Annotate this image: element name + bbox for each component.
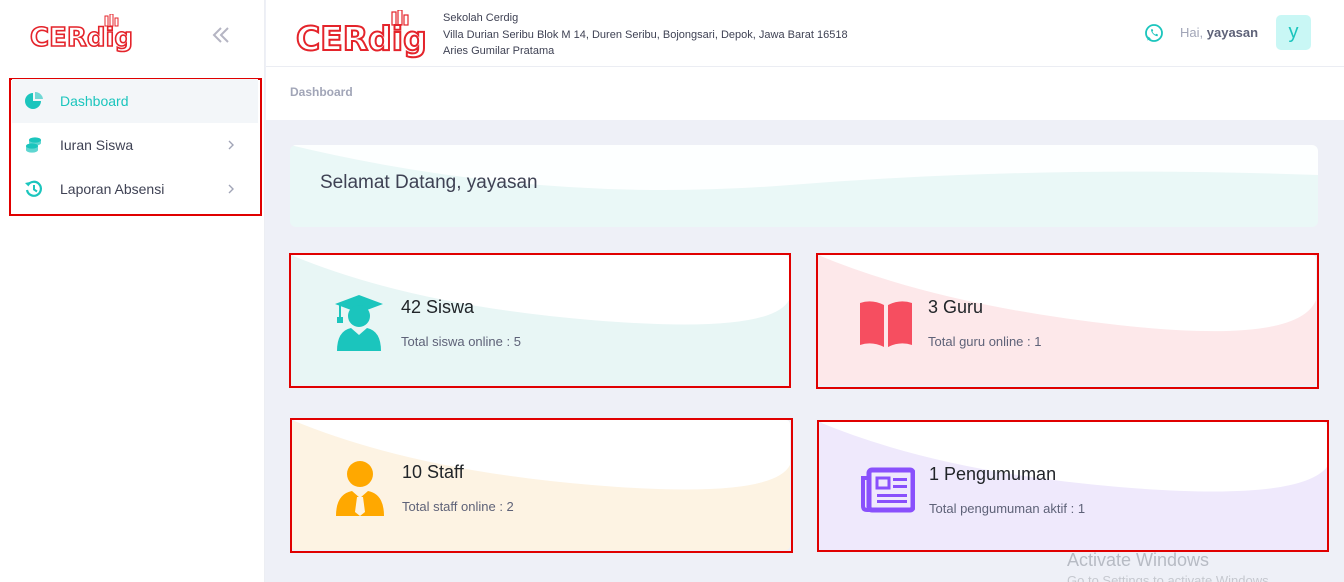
user-greeting[interactable]: Hai, yayasan: [1180, 25, 1258, 40]
top-header: CERdig Sekolah Cerdig Villa Durian Serib…: [266, 0, 1344, 67]
sidebar-item-label: Dashboard: [60, 93, 129, 109]
sidebar-item-dashboard[interactable]: Dashboard: [12, 79, 258, 123]
subheader: Dashboard: [266, 67, 1344, 120]
sidebar-item-iuran-siswa[interactable]: Iuran Siswa: [12, 123, 258, 167]
pie-chart-icon: [25, 91, 43, 109]
breadcrumb: Dashboard: [290, 85, 353, 99]
sidebar-brand: CERdig: [0, 0, 264, 76]
sidebar-item-laporan-absensi[interactable]: Laporan Absensi: [12, 167, 258, 211]
sidebar: CERdig Dashboard Iuran Siswa Laporan Abs…: [0, 0, 265, 582]
sidebar-item-label: Iuran Siswa: [60, 137, 134, 153]
sidebar-item-label: Laporan Absensi: [60, 181, 165, 197]
chevron-right-icon: [228, 140, 234, 150]
card-highlight-border: [290, 418, 793, 553]
double-chevron-left-icon[interactable]: [210, 24, 232, 46]
card-highlight-border: [817, 420, 1329, 552]
welcome-banner: Selamat Datang, yayasan: [290, 145, 1318, 227]
chevron-right-icon: [228, 184, 234, 194]
card-highlight-border: [289, 253, 791, 388]
history-icon: [25, 180, 42, 197]
whatsapp-icon[interactable]: [1144, 23, 1164, 43]
welcome-title: Selamat Datang, yayasan: [320, 172, 538, 193]
brand-logo[interactable]: CERdig: [30, 14, 140, 54]
greeting-text: Hai,: [1180, 25, 1204, 40]
school-name: Sekolah Cerdig: [443, 12, 519, 24]
avatar[interactable]: y: [1276, 15, 1311, 50]
svg-text:CERdig: CERdig: [30, 23, 133, 53]
coins-icon: [26, 137, 41, 153]
username: yayasan: [1206, 25, 1259, 40]
school-info: Sekolah Cerdig Villa Durian Seribu Blok …: [443, 10, 848, 60]
activate-windows-watermark: Activate Windows: [1067, 550, 1210, 570]
school-address: Villa Durian Seribu Blok M 14, Duren Ser…: [443, 28, 848, 41]
activate-windows-hint: Go to Settings to activate Windows.: [1067, 573, 1273, 582]
card-highlight-border: [816, 253, 1319, 389]
school-principal: Aries Gumilar Pratama: [443, 45, 555, 57]
brand-logo-large[interactable]: CERdig: [296, 10, 436, 60]
